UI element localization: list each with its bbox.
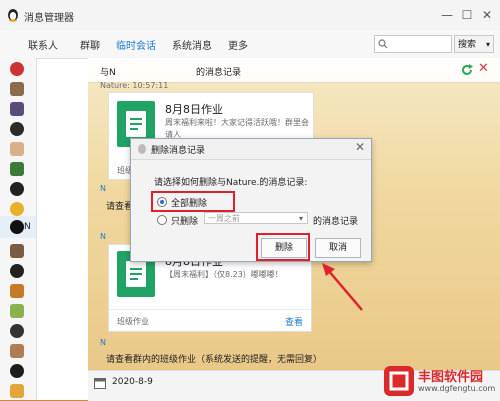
period-select[interactable]: 一周之前 ▾ [204, 212, 308, 224]
qq-penguin-icon [8, 9, 18, 22]
message-sender: N [100, 338, 106, 347]
delete-records-dialog: 删除消息记录 ✕ 请选择如何删除与Nature.的消息记录: 全部删除 只删除 … [130, 138, 372, 262]
view-link[interactable]: 查看 [285, 315, 303, 328]
option-delete-partial-label[interactable]: 只删除 [171, 214, 198, 227]
chevron-down-icon: ▾ [485, 40, 490, 49]
search-button-label: 搜索 [458, 40, 477, 50]
contact-avatar[interactable] [10, 62, 24, 76]
delete-records-icon[interactable]: ✕ [478, 61, 489, 76]
message-text: 请查看群内的班级作业（系统发送的提醒，无需回复） [106, 355, 323, 365]
card-subtitle: 【周末福利】（仅8.23）嘟嘟嘟！ [165, 270, 283, 279]
qq-penguin-icon [138, 144, 146, 154]
tab-contacts[interactable]: 联系人 [28, 37, 58, 52]
selected-contact-avatar[interactable] [10, 220, 24, 234]
highlight-box-delete-all [151, 191, 235, 212]
contact-avatar[interactable] [10, 284, 24, 298]
minimize-icon[interactable]: — [438, 6, 456, 24]
refresh-icon[interactable] [460, 63, 474, 77]
period-select-value: 一周之前 [208, 214, 240, 223]
contact-avatar[interactable] [10, 162, 24, 176]
contact-avatar[interactable] [10, 122, 24, 136]
dialog-question: 请选择如何删除与Nature.的消息记录: [154, 178, 308, 188]
watermark-url: www.dgfengtu.com [418, 384, 496, 393]
contact-avatar[interactable] [10, 244, 24, 258]
title-bar: 消息管理器 — ☐ ✕ [0, 0, 500, 31]
contact-avatar[interactable] [10, 304, 24, 318]
message-timestamp: Nature: 10:57:11 [100, 81, 169, 90]
card-label: 班级作业 [117, 317, 149, 326]
message-sender: N [100, 184, 106, 193]
close-icon[interactable]: ✕ [478, 6, 496, 24]
contact-avatar[interactable] [10, 202, 24, 216]
tab-temp-sessions[interactable]: 临时会话 [116, 37, 156, 52]
watermark-text: 丰图软件园 [418, 370, 484, 385]
chat-with-label: 与N [100, 68, 116, 78]
dialog-title: 删除消息记录 [151, 146, 206, 156]
selected-contact-name: N [24, 222, 31, 232]
contact-avatar[interactable] [10, 264, 24, 278]
message-manager-window: 消息管理器 — ☐ ✕ 联系人 群聊 临时会话 系统消息 更多 搜索 ▾ N 与… [0, 0, 500, 401]
dialog-close-icon[interactable]: ✕ [355, 140, 365, 154]
option-suffix-label: 的消息记录 [313, 217, 359, 227]
message-sender: N [100, 232, 106, 241]
card-divider [109, 309, 311, 310]
maximize-icon[interactable]: ☐ [458, 6, 476, 24]
search-icon [378, 39, 388, 49]
chat-header: 与N 的消息记录 ✕ [88, 58, 500, 83]
contact-avatar[interactable] [10, 142, 24, 156]
card-title: 8月8日作业 [165, 103, 223, 116]
tab-system-messages[interactable]: 系统消息 [172, 37, 212, 52]
highlight-box-delete-button [256, 233, 310, 261]
pointer-arrow-icon [322, 263, 363, 311]
contact-avatar[interactable] [10, 102, 24, 116]
cancel-button-label: 取消 [328, 243, 347, 253]
contact-sidebar: N [0, 58, 37, 400]
calendar-icon[interactable] [94, 377, 106, 389]
contact-avatar[interactable] [10, 384, 24, 398]
search-button[interactable]: 搜索 ▾ [454, 35, 494, 53]
dialog-title-bar: 删除消息记录 ✕ [131, 139, 371, 160]
contact-avatar[interactable] [10, 182, 24, 196]
radio-delete-partial[interactable] [157, 215, 167, 225]
contact-avatar[interactable] [10, 82, 24, 96]
search-input[interactable] [374, 35, 452, 53]
chevron-down-icon: ▾ [298, 214, 303, 223]
chat-records-label: 的消息记录 [196, 68, 242, 78]
tab-group-chats[interactable]: 群聊 [80, 37, 100, 52]
window-title: 消息管理器 [24, 13, 74, 24]
watermark-icon [384, 366, 414, 396]
cancel-button[interactable]: 取消 [315, 238, 361, 258]
date-label: 2020-8-9 [112, 377, 153, 387]
tab-more[interactable]: 更多 [228, 37, 248, 52]
contact-avatar[interactable] [10, 344, 24, 358]
contact-avatar[interactable] [10, 324, 24, 338]
contact-avatar[interactable] [10, 364, 24, 378]
